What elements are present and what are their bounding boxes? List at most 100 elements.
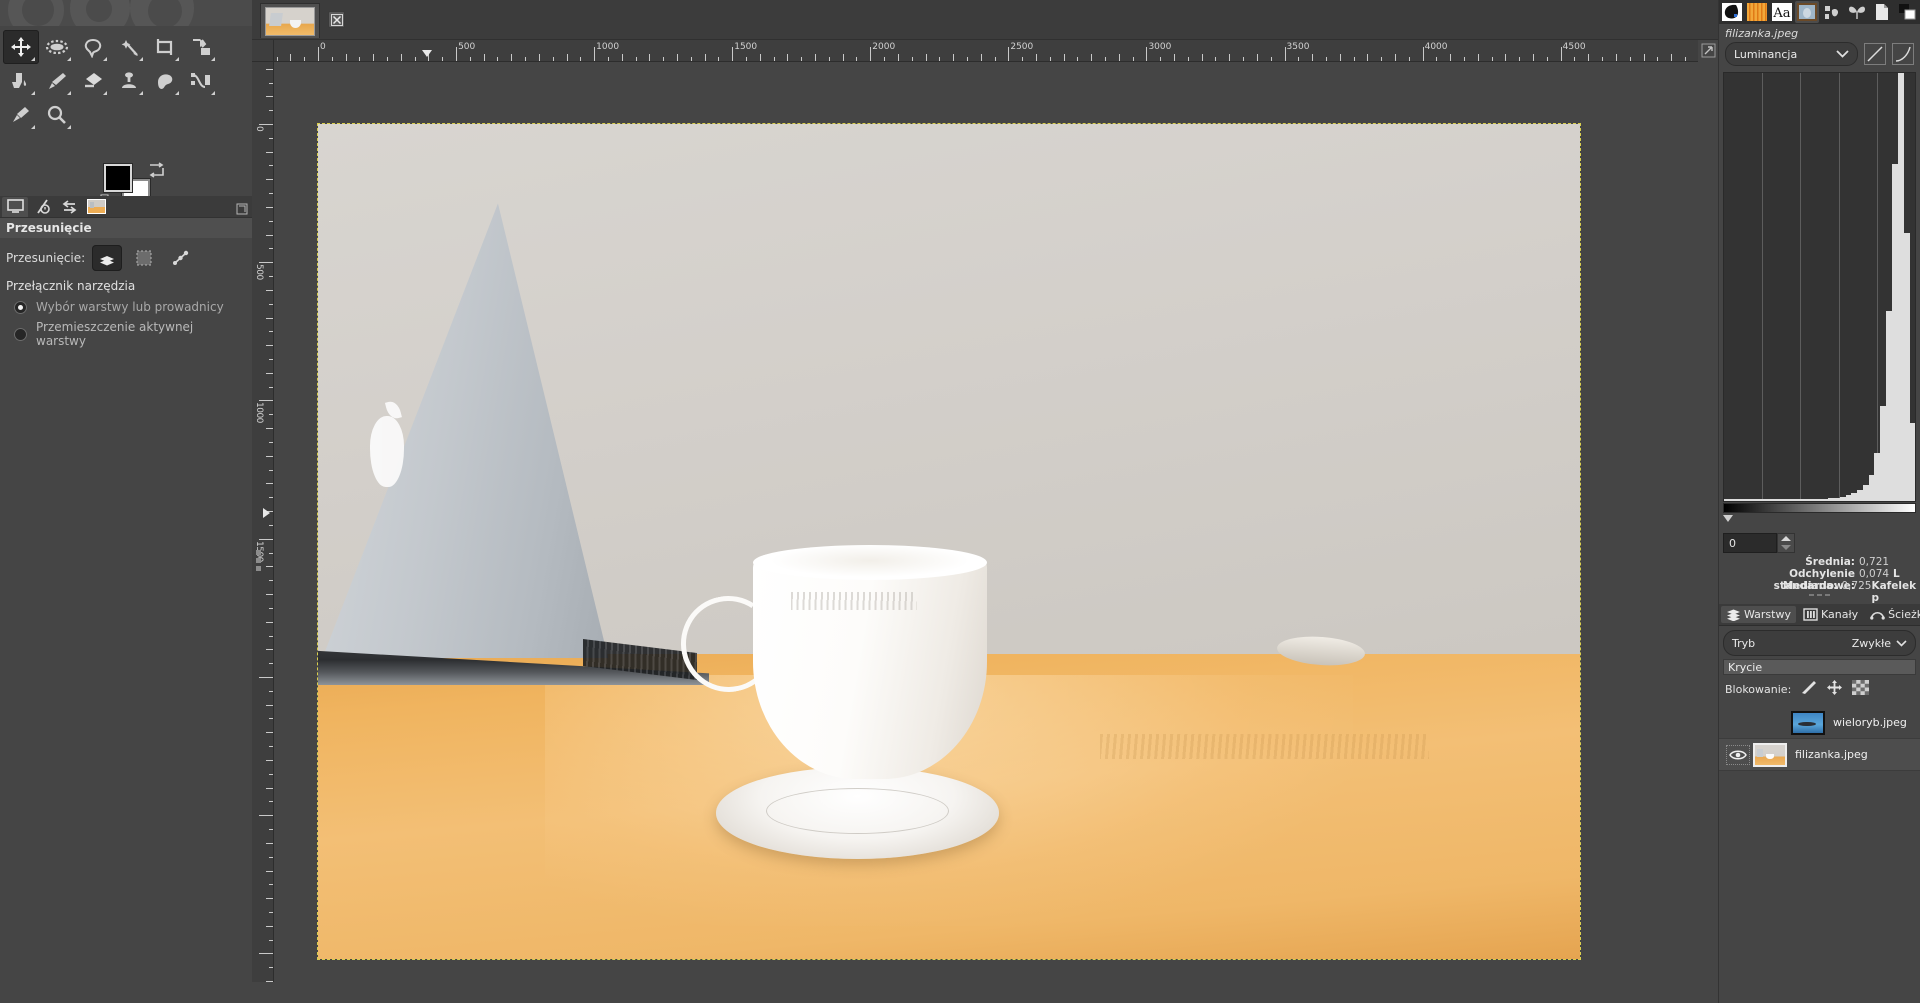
spinner-up-icon[interactable] — [1781, 536, 1791, 541]
histogram-range-row[interactable] — [1719, 513, 1920, 531]
undo-history-tab[interactable] — [29, 197, 55, 217]
device-status-tab[interactable] — [56, 197, 82, 217]
ruler-tick — [1602, 57, 1604, 61]
palettes-tab[interactable] — [1895, 1, 1919, 23]
ruler-tick — [635, 57, 637, 61]
histogram-value-gradient — [1723, 503, 1916, 513]
ruler-tick — [1615, 54, 1617, 61]
list-item[interactable]: wieloryb.jpeg — [1719, 707, 1920, 739]
crop-tool-button[interactable] — [147, 30, 183, 64]
ruler-tick — [801, 57, 803, 61]
histogram-chart[interactable] — [1723, 72, 1916, 502]
radio-pick-layer-or-guide[interactable]: Wybór warstwy lub prowadnicy — [0, 297, 252, 317]
templates-tab[interactable] — [1845, 1, 1869, 23]
move-selection-mode-button[interactable] — [129, 245, 159, 271]
move-tool-button[interactable] — [3, 30, 39, 64]
histogram-range-spinner[interactable] — [1777, 533, 1795, 553]
ruler-tick — [1077, 57, 1079, 61]
transform-tool-button[interactable] — [183, 30, 219, 64]
ellipse-select-tool-button[interactable] — [39, 30, 75, 64]
color-picker-tool-button[interactable] — [3, 98, 39, 132]
layer-name[interactable]: filizanka.jpeg — [1795, 748, 1868, 761]
paths-tab[interactable]: Ścieżki — [1865, 606, 1920, 623]
dock-tabstrip: Aa — [1719, 0, 1920, 24]
canvas[interactable] — [274, 62, 1698, 982]
fonts-tab[interactable]: Aa — [1770, 1, 1794, 23]
patterns-tab[interactable] — [1820, 1, 1844, 23]
right-dock: Aa filizanka.jpeg Luminancja 0 Średnia: … — [1718, 0, 1920, 1003]
ruler-tick — [266, 621, 273, 623]
linear-histogram-button[interactable] — [1864, 43, 1886, 65]
lock-pixels-icon[interactable] — [1800, 680, 1817, 699]
ruler-tick — [269, 303, 273, 305]
gradients-tab[interactable] — [1745, 1, 1769, 23]
quick-mask-dot-2 — [256, 558, 261, 563]
fuzzy-select-tool-button[interactable] — [111, 30, 147, 64]
ruler-label: 500 — [254, 264, 264, 280]
close-icon[interactable] — [328, 11, 345, 28]
layer-mode-row[interactable]: Tryb Zwykłe — [1723, 630, 1916, 656]
ruler-tick — [1519, 57, 1521, 61]
stat-mean-label: Średnia: — [1805, 556, 1855, 568]
ruler-tick — [259, 400, 273, 402]
spinner-down-icon[interactable] — [1781, 545, 1791, 550]
ruler-tick — [259, 124, 273, 125]
ruler-label: 1500 — [734, 42, 758, 52]
bucket-fill-tool-button[interactable] — [3, 64, 39, 98]
brushes-tab[interactable] — [1720, 1, 1744, 23]
ruler-corner[interactable] — [252, 40, 274, 62]
eraser-tool-button[interactable] — [75, 64, 111, 98]
horizontal-ruler[interactable]: 0 500 1000 1500 2000 2500 3000 3500 4000 4500 — [274, 40, 1698, 62]
tool-options-menu-button[interactable] — [236, 200, 248, 215]
ruler-tick — [269, 746, 273, 748]
logarithmic-histogram-button[interactable] — [1892, 43, 1914, 65]
layer-visibility-cell[interactable] — [1723, 744, 1753, 765]
clone-tool-button[interactable] — [111, 64, 147, 98]
move-layer-mode-button[interactable] — [92, 245, 123, 271]
histogram-range-low-input[interactable]: 0 — [1723, 533, 1777, 553]
image-tab-filizanka[interactable] — [260, 3, 320, 38]
ruler-tick — [269, 386, 273, 388]
lock-alpha-icon[interactable] — [1852, 680, 1870, 699]
toolbox-titlebar-decoration — [0, 0, 252, 26]
radio-move-active-layer-label: Przemieszczenie aktywnej warstwy — [36, 320, 194, 348]
eye-icon[interactable] — [1726, 744, 1750, 765]
radio-move-active-layer[interactable]: Przemieszczenie aktywnej warstwy — [0, 317, 252, 351]
layers-tab[interactable]: Warstwy — [1721, 606, 1796, 623]
histogram-channel-select[interactable]: Luminancja — [1725, 42, 1858, 66]
paths-tool-button[interactable] — [183, 64, 219, 98]
ruler-tick — [1394, 54, 1396, 61]
smudge-tool-button[interactable] — [147, 64, 183, 98]
ruler-tick — [718, 57, 720, 61]
ruler-tick — [1284, 47, 1286, 61]
channels-tab[interactable]: Kanały — [1798, 606, 1863, 623]
foreground-color-swatch[interactable] — [104, 164, 132, 192]
layer-opacity-slider[interactable]: Krycie — [1723, 659, 1916, 675]
ruler-tick — [266, 317, 273, 319]
free-select-tool-button[interactable] — [75, 30, 111, 64]
ruler-tick — [1146, 47, 1148, 61]
ruler-tick — [787, 54, 789, 61]
tool-options-dock: Przesunięcie Przesunięcie: Przełącznik n… — [0, 196, 252, 1003]
range-low-marker — [1723, 515, 1733, 522]
paintbrush-tool-button[interactable] — [39, 64, 75, 98]
document-history-tab[interactable] — [1795, 1, 1819, 23]
layers-tab-label: Warstwy — [1744, 608, 1791, 621]
images-tab[interactable] — [83, 197, 109, 217]
list-item[interactable]: filizanka.jpeg — [1719, 739, 1920, 771]
lock-position-icon[interactable] — [1826, 680, 1843, 699]
ruler-tick — [897, 54, 899, 61]
move-path-mode-button[interactable] — [166, 245, 196, 271]
ruler-tick — [1546, 57, 1548, 61]
ruler-tick — [266, 842, 273, 844]
histogram-channel-value: Luminancja — [1734, 47, 1798, 61]
vertical-ruler[interactable]: 050010001500 — [252, 62, 274, 982]
image-canvas-filizanka[interactable] — [317, 123, 1581, 960]
navigation-preview-button[interactable] — [1701, 43, 1716, 58]
tool-options-tab[interactable] — [2, 196, 28, 217]
zoom-tool-button[interactable] — [39, 98, 75, 132]
ruler-tick — [1381, 57, 1383, 61]
layer-name[interactable]: wieloryb.jpeg — [1833, 716, 1907, 729]
swap-colors-icon[interactable] — [148, 162, 166, 178]
buffers-tab[interactable] — [1870, 1, 1894, 23]
